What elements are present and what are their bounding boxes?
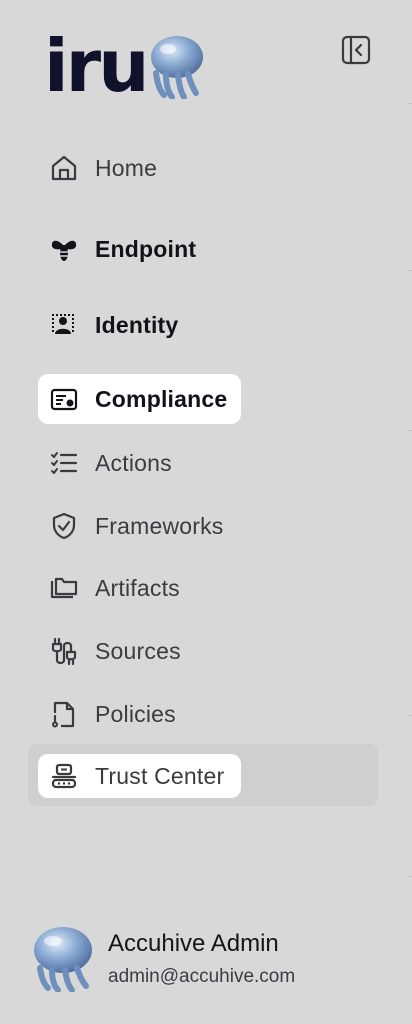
nav-label-compliance: Compliance (95, 385, 228, 412)
user-email: admin@accuhive.com (108, 966, 296, 987)
nav-label-sources: Sources (95, 637, 181, 664)
nav-item-actions[interactable]: Actions (38, 445, 172, 481)
divider (408, 430, 412, 431)
folder-icon (48, 572, 80, 604)
nav-item-compliance[interactable]: Compliance (38, 374, 241, 424)
nav-label-frameworks: Frameworks (95, 512, 224, 539)
sidebar-collapse-icon (341, 35, 371, 65)
identity-icon (48, 309, 80, 341)
plug-icon (48, 635, 80, 667)
divider (408, 103, 412, 104)
nav-item-artifacts[interactable]: Artifacts (38, 570, 180, 606)
nav-label-actions: Actions (95, 449, 172, 476)
jellyfish-mascot-icon (151, 36, 204, 99)
nav-item-frameworks[interactable]: Frameworks (38, 508, 224, 544)
nav-label-home: Home (95, 154, 158, 181)
nav-label-trust-center: Trust Center (95, 762, 225, 789)
nav-item-endpoint[interactable]: Endpoint (38, 231, 196, 267)
sidebar: iru Home Endpoint Identity Compliance Ac… (0, 0, 412, 1024)
nav-item-trust-center[interactable]: Trust Center (38, 754, 241, 798)
nav-item-sources[interactable]: Sources (38, 633, 181, 669)
trust-center-icon (48, 760, 80, 792)
divider (408, 270, 412, 271)
nav-label-identity: Identity (95, 311, 179, 338)
nav-label-artifacts: Artifacts (95, 574, 180, 601)
document-icon (48, 698, 80, 730)
bee-icon (48, 233, 80, 265)
divider (408, 876, 412, 877)
logo-text: iru (44, 24, 149, 108)
user-profile[interactable]: Accuhive Admin admin@accuhive.com (32, 926, 295, 992)
nav-label-policies: Policies (95, 700, 176, 727)
divider (408, 715, 412, 716)
collapse-sidebar-button[interactable] (340, 34, 372, 66)
nav-item-home[interactable]: Home (38, 150, 157, 186)
compliance-icon (48, 383, 80, 415)
shield-check-icon (48, 510, 80, 542)
user-name: Accuhive Admin (108, 930, 279, 957)
nav-item-identity[interactable]: Identity (38, 307, 178, 343)
checklist-icon (48, 447, 80, 479)
nav-label-endpoint: Endpoint (95, 235, 197, 262)
nav-item-policies[interactable]: Policies (38, 696, 176, 732)
brand-logo[interactable]: iru (44, 30, 206, 102)
avatar (34, 927, 92, 992)
home-icon (48, 152, 80, 184)
